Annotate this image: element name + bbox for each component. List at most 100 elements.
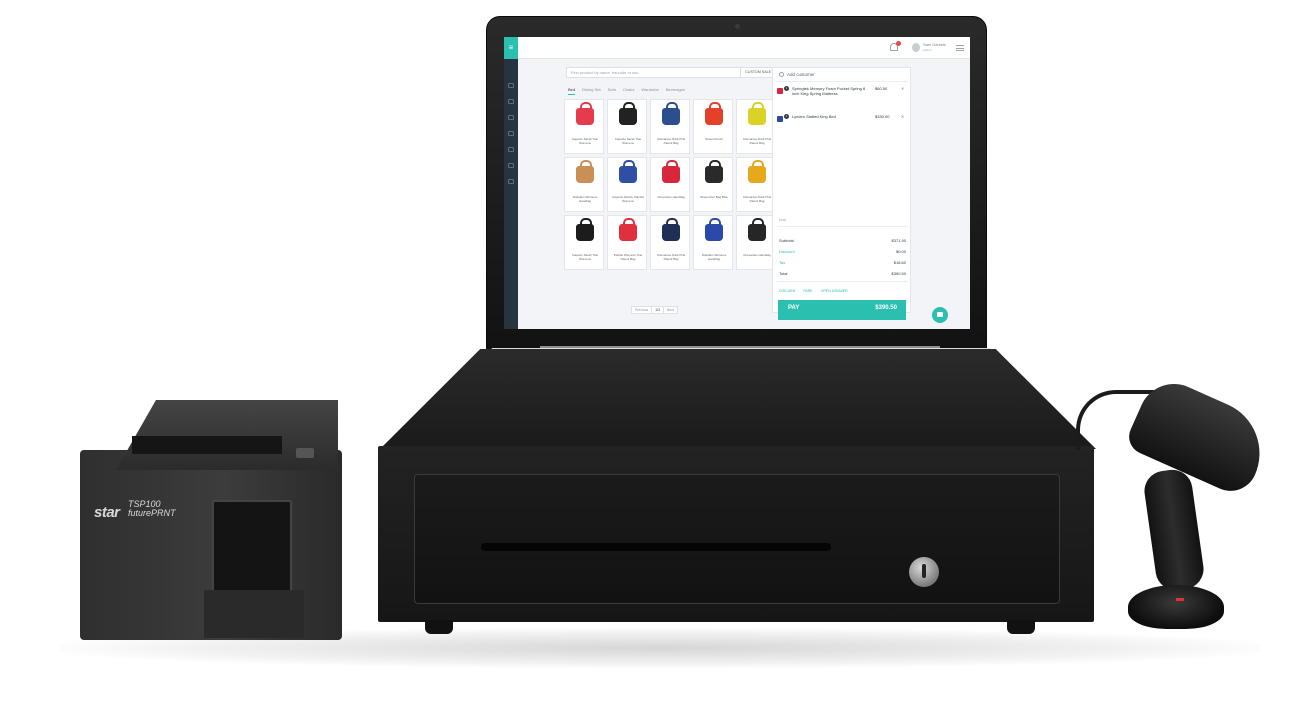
pay-label: PAY	[788, 305, 800, 311]
reports-icon[interactable]	[508, 147, 514, 152]
product-name: Rubellen Womens Handbag	[701, 253, 727, 261]
product-name: Capezio Sarah Tote Womens	[571, 137, 599, 145]
product-card[interactable]: Pebble Womens Tote Patent Bag	[607, 215, 647, 270]
handbag-icon	[662, 218, 680, 241]
product-card[interactable]: Shoes Pouch	[693, 99, 733, 154]
total-label: Total	[779, 271, 788, 276]
divider	[777, 226, 908, 227]
printer-model: TSP100 futurePRNT	[128, 500, 176, 518]
product-card[interactable]: Rubellen Womens Handbag	[693, 215, 733, 270]
chat-icon[interactable]	[932, 307, 948, 323]
product-name: Shoes Run Bag Blue	[700, 195, 728, 199]
product-card[interactable]: Chevantoo Dark Pink Patent Bag	[736, 99, 776, 154]
previous-page-button[interactable]: Previous	[632, 307, 651, 313]
item-thumbnail	[777, 88, 783, 94]
discount-value: $0.00	[895, 249, 906, 254]
tab-bed[interactable]: Bed	[568, 85, 576, 95]
orders-icon[interactable]	[508, 99, 514, 104]
pay-button[interactable]: PAY $390.50	[778, 300, 906, 320]
media-slot	[481, 543, 831, 551]
product-card[interactable]: Chevantoo Dark Pink Patent Bag	[650, 99, 690, 154]
add-customer-button[interactable]: Add customer	[779, 72, 815, 77]
custom-sale-button[interactable]: CUSTOM SALE	[740, 68, 775, 77]
product-card[interactable]: Capezio Wesby Satchel Womens	[607, 157, 647, 212]
tab-sofa[interactable]: Sofa	[608, 85, 616, 95]
remove-item-icon[interactable]: ✕	[901, 114, 904, 119]
handbag-icon	[576, 160, 594, 183]
product-name: Chevantoo Handbag	[657, 195, 685, 199]
tab-wardrobe[interactable]: Wardrobe	[641, 85, 658, 95]
drawer-foot	[425, 620, 453, 634]
product-search-input[interactable]: Find product by name, barcode or sku CUS…	[566, 67, 776, 78]
discount-label[interactable]: Discount	[779, 249, 795, 254]
handbag-icon	[705, 160, 723, 183]
notification-badge	[896, 41, 901, 46]
product-card[interactable]: Chevantoo Handbag	[736, 215, 776, 270]
app-sidebar: ≡	[504, 37, 518, 329]
product-card[interactable]: Shoes Run Bag Blue	[693, 157, 733, 212]
product-name: Chevantoo Handbag	[743, 253, 771, 257]
item-quantity: 1	[784, 86, 789, 91]
add-customer-label: Add customer	[787, 72, 815, 77]
menu-icon[interactable]	[956, 45, 964, 51]
divider	[777, 81, 908, 82]
tab-beverages[interactable]: Beverages	[666, 85, 685, 95]
scanner-base	[1128, 585, 1224, 629]
user-role: Admin	[923, 48, 932, 52]
tab-dining-set[interactable]: Dining Set	[582, 85, 600, 95]
search-placeholder: Find product by name, barcode or sku	[571, 70, 639, 75]
tax-value: $18.60	[893, 260, 906, 265]
products-icon[interactable]	[508, 115, 514, 120]
subtotal-row: Subtotal $371.90	[779, 238, 906, 243]
product-card[interactable]: Chevantoo Handbag	[650, 157, 690, 212]
park-button[interactable]: PARK	[803, 289, 813, 293]
note-field[interactable]: Note	[779, 218, 786, 222]
handbag-icon	[748, 160, 766, 183]
remove-item-icon[interactable]: ✕	[901, 86, 904, 91]
category-tabs: Bed Dining Set Sofa Chairs Wardrobe Beve…	[568, 85, 685, 95]
scanner-led	[1176, 598, 1184, 601]
page-indicator: 1/3	[651, 307, 664, 313]
settings-icon[interactable]	[508, 163, 514, 168]
hamburger-icon[interactable]: ≡	[504, 37, 518, 59]
cash-drawer	[378, 446, 1094, 622]
product-name: Chevantoo Dark Pink Patent Bag	[742, 195, 772, 203]
product-name: Chevantoo Dark Pink Patent Bag	[742, 137, 772, 145]
product-card[interactable]: Chevantoo Dark Pink Patent Bag	[736, 157, 776, 212]
handbag-icon	[748, 218, 766, 241]
tax-label[interactable]: Tax	[779, 260, 785, 265]
discount-row[interactable]: Discount $0.00	[779, 249, 906, 254]
product-card[interactable]: Chevantoo Dark Pink Patent Bag	[650, 215, 690, 270]
product-card[interactable]: Capezio Sarah Tote Womens	[607, 99, 647, 154]
item-quantity: 1	[784, 114, 789, 119]
product-card[interactable]: Capezio Sarah Tote Womens	[564, 99, 604, 154]
product-name: Rubellen Womens Handbag	[572, 195, 598, 203]
next-page-button[interactable]: Next	[664, 307, 677, 313]
user-name: Sam Daniels	[923, 42, 946, 47]
tab-chairs[interactable]: Chairs	[623, 85, 635, 95]
tax-row[interactable]: Tax $18.60	[779, 260, 906, 265]
handbag-icon	[576, 102, 594, 125]
product-card[interactable]: Rubellen Womens Handbag	[564, 157, 604, 212]
product-card[interactable]: Capezio Sarah Tote Womens	[564, 215, 604, 270]
help-icon[interactable]	[508, 179, 514, 184]
pay-amount: $390.50	[875, 305, 897, 311]
handbag-icon	[662, 160, 680, 183]
open-drawer-button[interactable]: OPEN DRAWER	[821, 289, 848, 293]
pos-app-screen: ≡ Sam Daniels Admin Find product by name…	[504, 37, 970, 329]
cash-drawer-front	[414, 474, 1060, 604]
handbag-icon	[619, 102, 637, 125]
customers-icon[interactable]	[508, 131, 514, 136]
avatar[interactable]	[912, 43, 920, 52]
discard-button[interactable]: DISCARD	[779, 289, 795, 293]
lock-icon	[909, 557, 939, 587]
home-icon[interactable]	[508, 83, 514, 88]
printer-line: futurePRNT	[128, 508, 176, 518]
printer-brand: star	[94, 504, 120, 521]
printer-cover	[116, 400, 338, 470]
item-thumbnail	[777, 116, 783, 122]
handbag-icon	[705, 102, 723, 125]
product-name: Capezio Sarah Tote Womens	[614, 137, 642, 145]
paper-outlet	[132, 436, 282, 454]
divider	[777, 281, 908, 282]
